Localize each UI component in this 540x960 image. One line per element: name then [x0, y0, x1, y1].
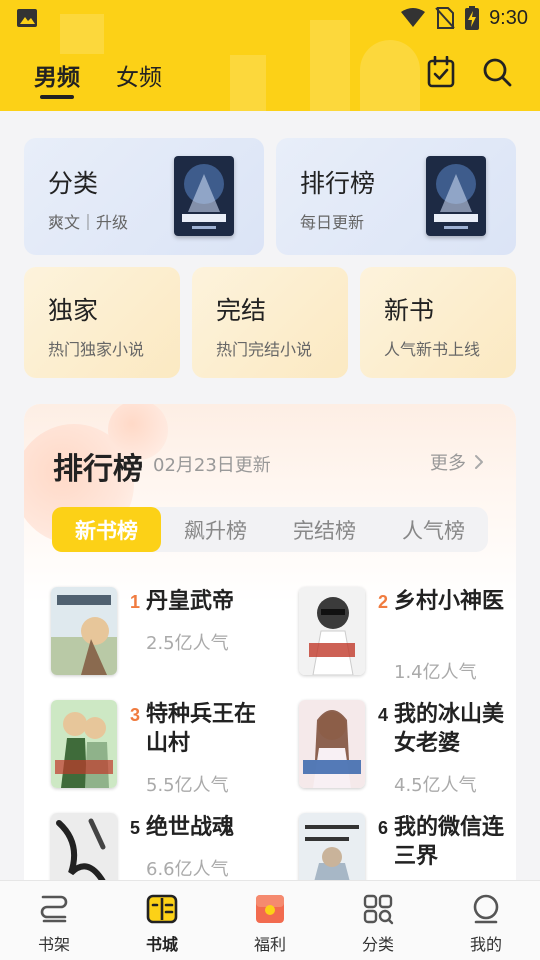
new-books-card-subtitle: 人气新书上线: [384, 340, 481, 359]
checkin-calendar-icon[interactable]: [426, 56, 456, 88]
category-card-subtitle: 爽文｜升级: [48, 213, 129, 232]
book-cover: [51, 587, 117, 675]
nav-label: 书架: [37, 935, 70, 954]
status-bar: 9:30: [0, 0, 540, 36]
ranking-more-link[interactable]: 更多: [430, 449, 484, 475]
book-title: 我的冰山美女老婆: [394, 702, 505, 756]
tab-completed[interactable]: 完结榜: [270, 507, 379, 552]
ranking-card-cover: [426, 156, 486, 236]
book-popularity: 1.4亿人气: [394, 662, 477, 683]
nav-label: 书城: [145, 935, 178, 954]
nav-label: 我的: [469, 935, 502, 954]
category-card-cover: [174, 156, 234, 236]
gallery-notification-icon: [17, 9, 37, 27]
header-decoration: [230, 55, 266, 111]
rank-number: 1: [130, 592, 141, 612]
exclusive-card-title: 独家: [48, 296, 99, 325]
category-card[interactable]: 分类 爽文｜升级: [24, 138, 264, 255]
exclusive-card[interactable]: 独家 热门独家小说: [24, 267, 180, 378]
book-title: 我的微信连三界: [394, 815, 505, 869]
category-icon: [363, 894, 394, 925]
tab-rising[interactable]: 飙升榜: [161, 507, 270, 552]
book-cover: [299, 700, 365, 788]
book-cover: [51, 700, 117, 788]
ranking-card-subtitle: 每日更新: [300, 213, 365, 232]
ranking-item[interactable]: 4 我的冰山美女老婆 4.5亿人气: [299, 700, 516, 800]
nav-category[interactable]: 分类: [324, 881, 432, 960]
tab-female[interactable]: 女频: [116, 58, 162, 92]
book-popularity: 2.5亿人气: [146, 633, 229, 654]
tab-new-books[interactable]: 新书榜: [52, 507, 161, 552]
profile-icon: [473, 894, 499, 924]
header-decoration: [360, 40, 420, 111]
ranking-update-date: 02月23日更新: [153, 455, 271, 476]
book-title: 丹皇武帝: [146, 589, 235, 614]
nav-label: 分类: [361, 935, 394, 954]
completed-card-subtitle: 热门完结小说: [216, 340, 313, 359]
ranking-item[interactable]: 1 丹皇武帝 2.5亿人气: [51, 587, 291, 687]
completed-card[interactable]: 完结 热门完结小说: [192, 267, 348, 378]
ranking-card-title: 排行榜: [300, 169, 376, 198]
book-title: 乡村小神医: [394, 589, 505, 614]
app-header: 9:30 男频 女频: [0, 0, 540, 111]
bookstore-icon: [146, 894, 178, 924]
nav-profile[interactable]: 我的: [432, 881, 540, 960]
ranking-item[interactable]: 2 乡村小神医 1.4亿人气: [299, 587, 516, 687]
nav-label: 福利: [253, 935, 286, 954]
category-card-title: 分类: [48, 169, 99, 198]
nav-bookshelf[interactable]: 书架: [0, 881, 108, 960]
rank-number: 4: [378, 705, 389, 725]
book-popularity: 4.5亿人气: [394, 775, 477, 796]
completed-card-title: 完结: [216, 296, 267, 325]
ranking-tabs: 新书榜 飙升榜 完结榜 人气榜: [52, 507, 488, 552]
battery-charging-icon: [465, 6, 480, 30]
status-time: 9:30: [489, 6, 528, 29]
no-sim-icon: [435, 7, 455, 29]
rank-number: 2: [378, 592, 389, 612]
gender-tabs: 男频 女频: [34, 58, 162, 99]
bottom-nav: 书架 书城 福利 分类 我的: [0, 880, 540, 960]
book-popularity: 6.6亿人气: [146, 859, 229, 880]
rank-number: 5: [130, 818, 141, 838]
bookstore-content: 分类 爽文｜升级 排行榜 每日更新 独家 热门独家小说 完结 热门完结小说 新书…: [0, 111, 540, 904]
chevron-right-icon: [475, 455, 483, 469]
nav-welfare[interactable]: 福利: [216, 881, 324, 960]
new-books-card[interactable]: 新书 人气新书上线: [360, 267, 516, 378]
ranking-card[interactable]: 排行榜 每日更新: [276, 138, 516, 255]
gift-icon: [256, 895, 284, 923]
wifi-icon: [401, 8, 426, 27]
new-books-card-title: 新书: [384, 296, 435, 325]
book-title: 特种兵王在山村: [146, 702, 257, 756]
ranking-title: 排行榜: [53, 452, 143, 487]
tab-male[interactable]: 男频: [34, 58, 80, 99]
nav-bookstore[interactable]: 书城: [108, 881, 216, 960]
more-label: 更多: [430, 453, 466, 474]
tab-popular[interactable]: 人气榜: [379, 507, 488, 552]
book-title: 绝世战魂: [146, 815, 235, 840]
bookshelf-icon: [40, 895, 68, 923]
ranking-item[interactable]: 3 特种兵王在山村 5.5亿人气: [51, 700, 291, 800]
rank-number: 3: [130, 705, 141, 725]
exclusive-card-subtitle: 热门独家小说: [48, 340, 145, 359]
rank-number: 6: [378, 818, 389, 838]
ranking-panel: 排行榜 02月23日更新 更多 新书榜 飙升榜 完结榜 人气榜 1 丹皇武帝 2…: [24, 404, 516, 904]
book-popularity: 5.5亿人气: [146, 775, 229, 796]
search-icon[interactable]: [482, 56, 512, 88]
book-cover: [299, 587, 365, 675]
